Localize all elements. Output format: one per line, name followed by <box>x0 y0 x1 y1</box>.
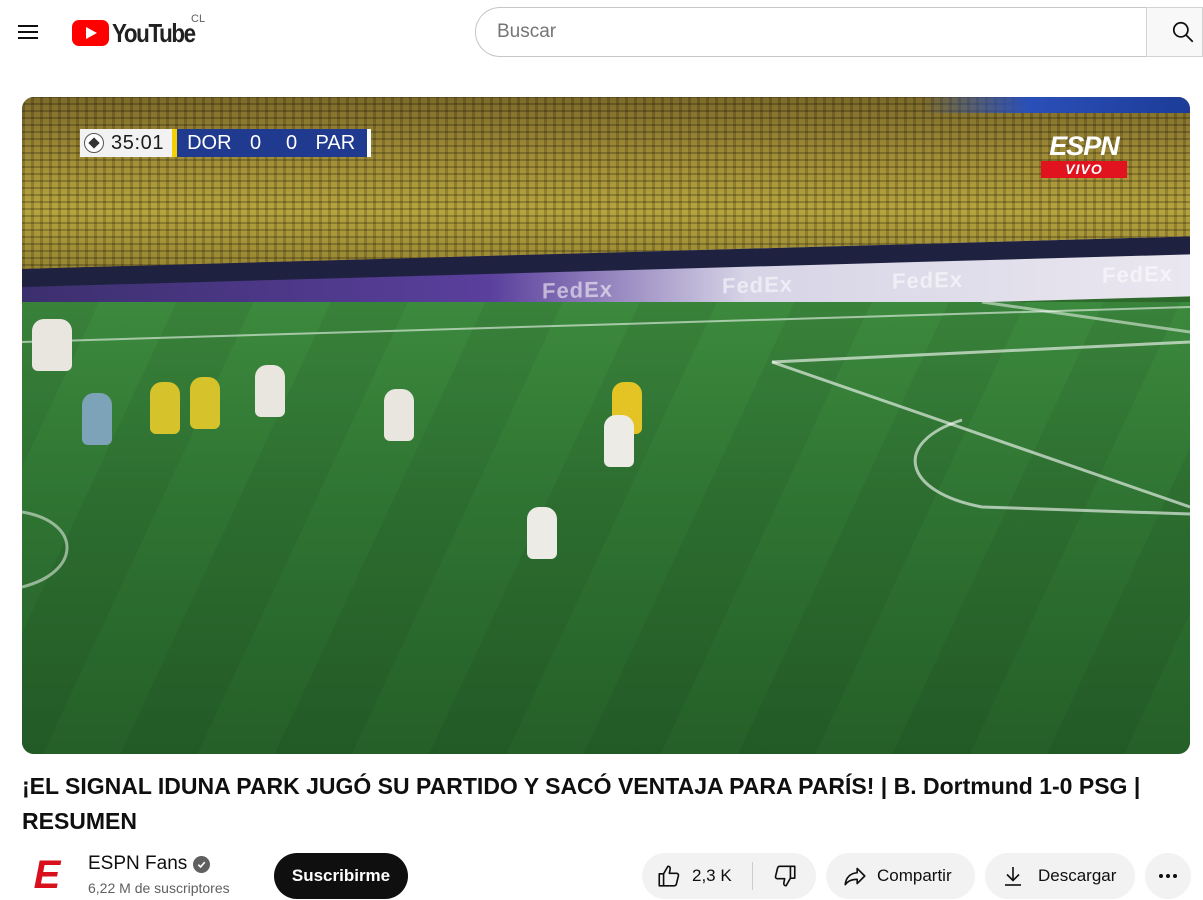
search-input[interactable] <box>497 21 1146 43</box>
guide-menu-button[interactable] <box>8 12 48 52</box>
live-badge: VIVO <box>1041 161 1127 178</box>
player-figure <box>384 389 414 441</box>
player-figure <box>527 507 557 559</box>
espn-e-logo: E <box>33 853 61 897</box>
video-player[interactable]: FedEx FedEx FedEx FedEx 35:01 DOR 0 0 PA… <box>22 97 1190 754</box>
match-clock-time: 35:01 <box>111 131 165 154</box>
football-icon <box>84 133 104 153</box>
country-code: CL <box>191 13 206 25</box>
channel-avatar[interactable]: E <box>22 852 72 898</box>
logo-wordmark: YouTube <box>112 17 196 48</box>
player-figure <box>190 377 220 429</box>
thumbs-up-icon <box>658 865 680 887</box>
masthead: YouTube CL <box>0 0 1203 64</box>
away-score: 0 <box>285 131 298 154</box>
away-team: PAR <box>315 131 356 154</box>
player-figure <box>604 415 634 467</box>
like-count: 2,3 K <box>692 866 732 885</box>
player-figure <box>32 319 72 371</box>
subscribe-button[interactable]: Suscribirme <box>274 853 408 899</box>
share-button[interactable]: Compartir <box>826 853 975 899</box>
video-title: ¡EL SIGNAL IDUNA PARK JUGÓ SU PARTIDO Y … <box>22 773 1141 834</box>
download-label: Descargar <box>1038 866 1117 885</box>
broadcaster-logo: ESPN VIVO <box>1040 133 1128 178</box>
espn-logo: ESPN <box>1049 131 1120 161</box>
dislike-button[interactable] <box>753 853 816 899</box>
like-dislike-bar: 2,3 K <box>642 853 816 899</box>
football-pitch <box>22 302 1190 754</box>
home-score: 0 <box>249 131 262 154</box>
like-button[interactable]: 2,3 K <box>642 853 752 899</box>
youtube-play-logo-icon <box>72 20 109 46</box>
menu-icon <box>18 25 38 39</box>
scorebug: 35:01 DOR 0 0 PAR <box>80 129 372 157</box>
home-team: DOR <box>187 131 232 154</box>
search-box <box>475 7 1146 57</box>
score-panel: DOR 0 0 PAR <box>177 129 368 157</box>
stadium-roof-light <box>922 97 1190 113</box>
verified-check-icon <box>193 855 211 873</box>
search-button[interactable] <box>1146 7 1203 57</box>
match-clock: 35:01 <box>80 129 173 157</box>
more-actions-button[interactable] <box>1145 853 1191 899</box>
search-icon <box>1172 21 1194 43</box>
player-figure <box>150 382 180 434</box>
channel-name-text: ESPN Fans <box>88 853 188 874</box>
share-label: Compartir <box>877 866 952 885</box>
download-button[interactable]: Descargar <box>985 853 1135 899</box>
pitch-lines <box>22 302 1190 589</box>
thumbs-down-icon <box>774 865 796 887</box>
search-bar <box>475 7 1203 57</box>
youtube-logo[interactable]: YouTube <box>72 18 208 48</box>
channel-name[interactable]: ESPN Fans <box>88 853 211 875</box>
share-arrow-icon <box>844 867 866 886</box>
player-figure <box>82 393 112 445</box>
player-figure <box>255 365 285 417</box>
download-icon <box>1005 867 1021 886</box>
more-horizontal-icon <box>1159 874 1177 878</box>
subscriber-count: 6,22 M de suscriptores <box>88 880 230 896</box>
